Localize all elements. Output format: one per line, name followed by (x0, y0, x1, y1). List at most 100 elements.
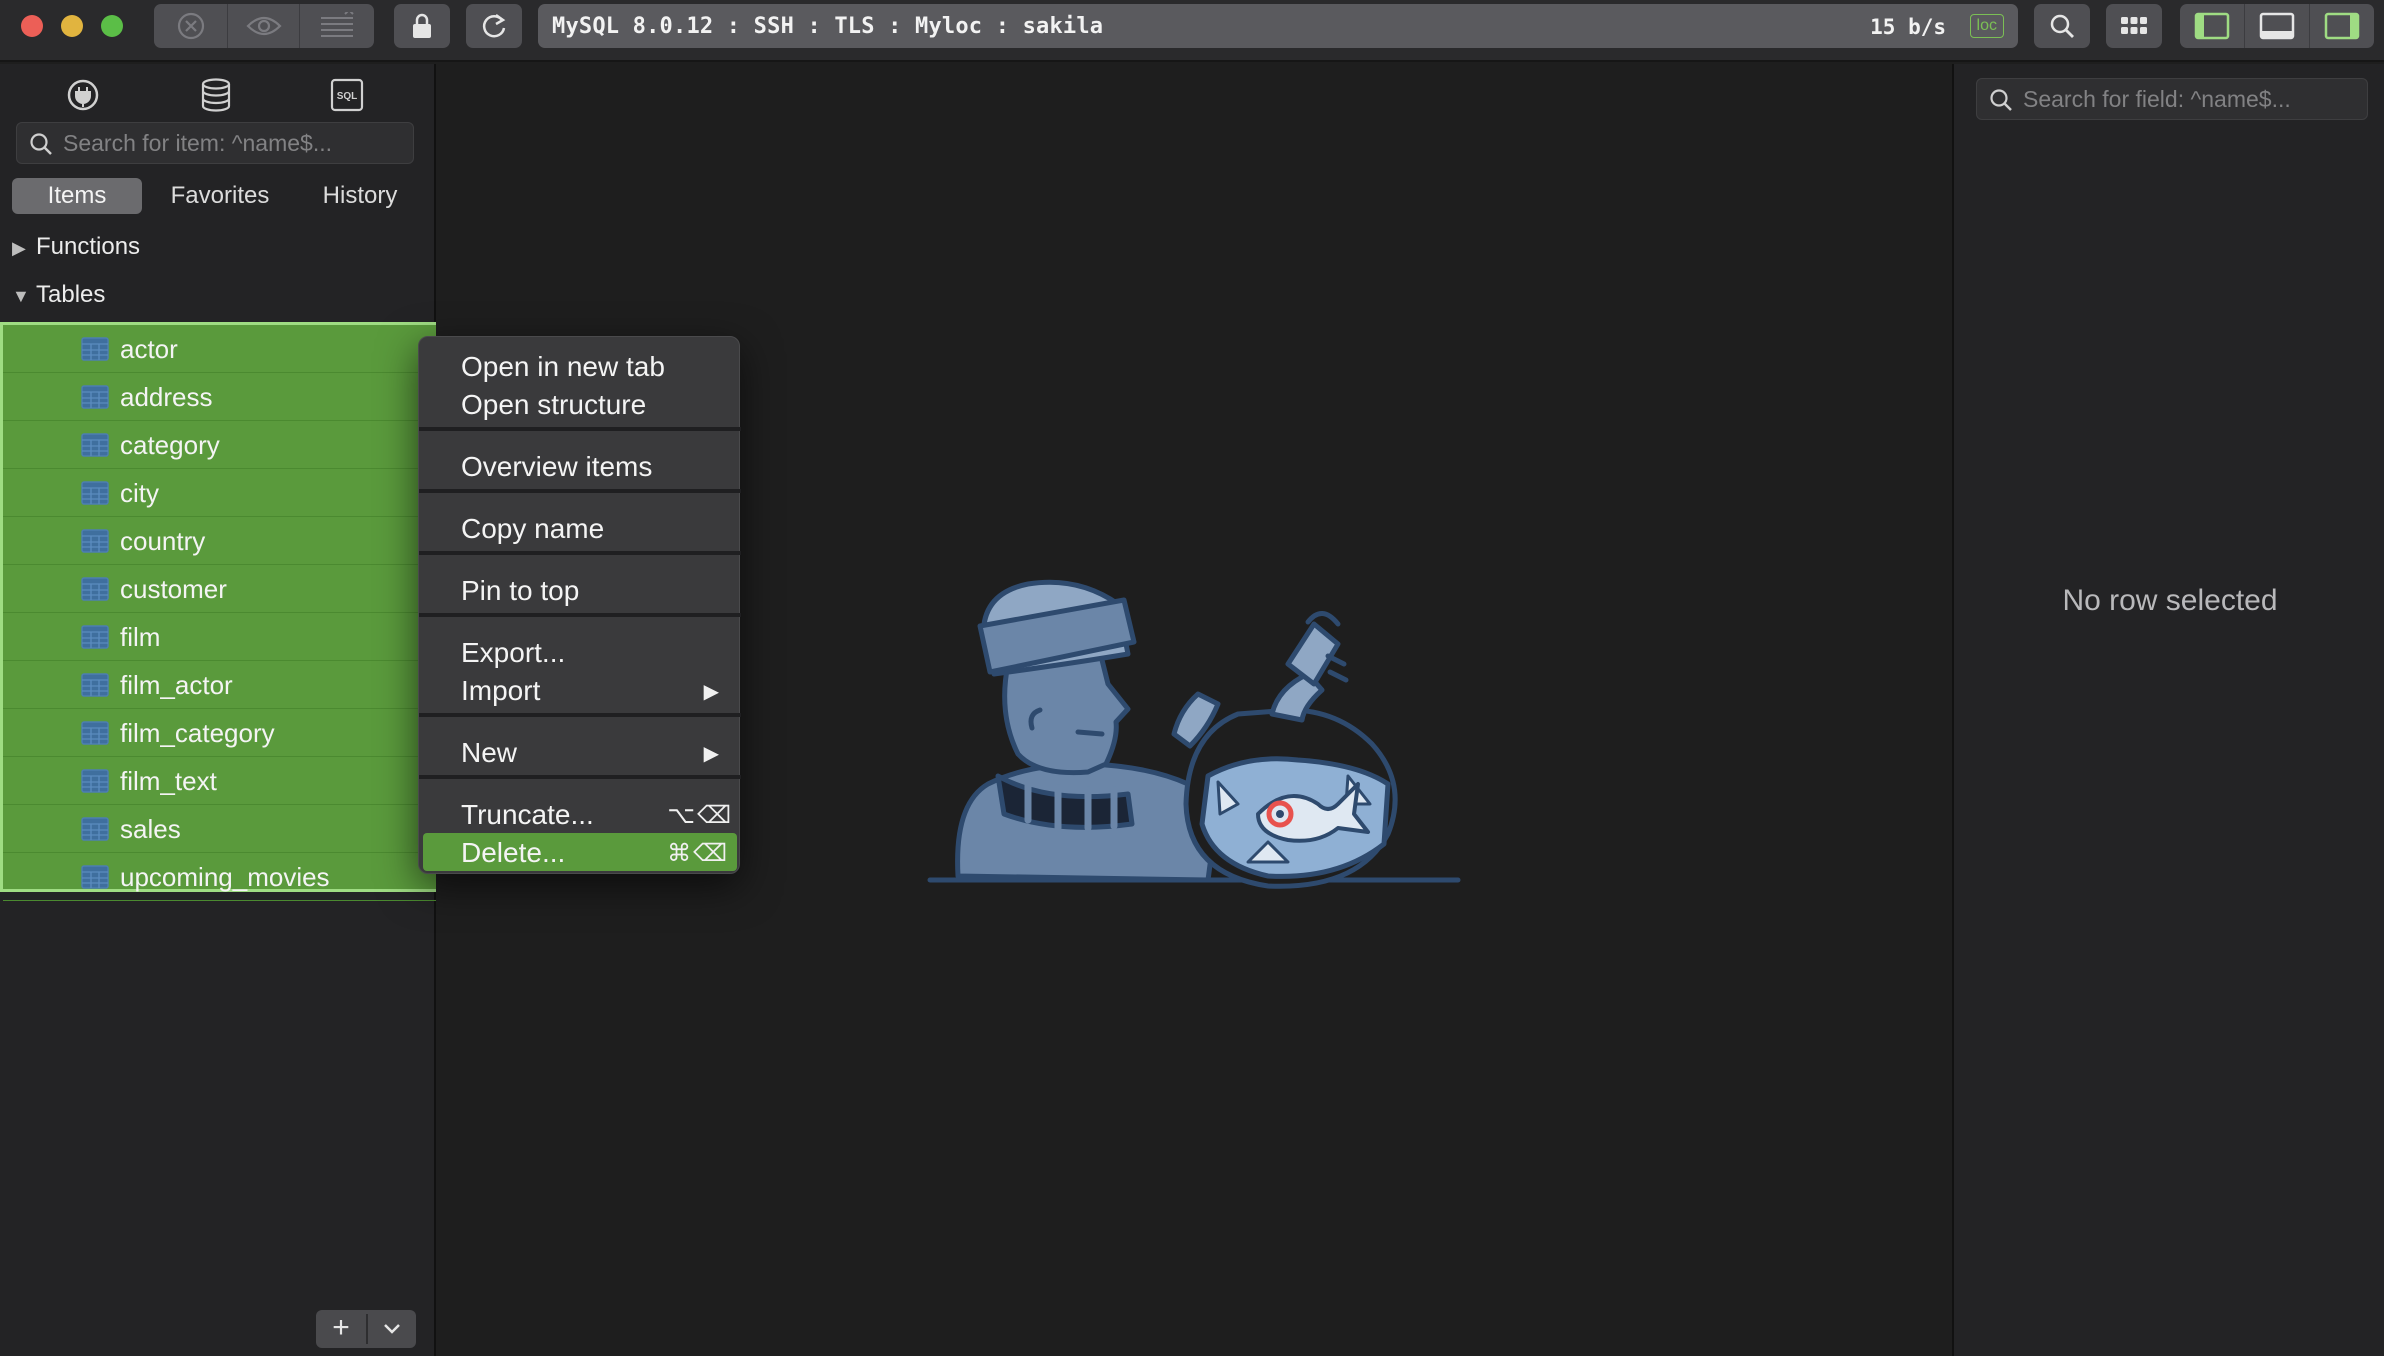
connection-title: MySQL 8.0.12 : SSH : TLS : Myloc : sakil… (552, 14, 1104, 39)
toggle-bottom-panel-icon[interactable] (2244, 4, 2310, 48)
refresh-icon[interactable] (466, 4, 522, 48)
table-name: film (120, 622, 161, 652)
disclosure-triangle-expanded-icon[interactable]: ▼ (12, 281, 36, 311)
table-name: actor (120, 334, 178, 364)
table-list: actor address category city country customer f… (0, 322, 436, 901)
menu-item-import[interactable]: Import ▶ (419, 671, 741, 709)
toggle-left-panel-icon[interactable] (2180, 4, 2244, 48)
menu-item-open-in-new-tab[interactable]: Open in new tab (419, 347, 741, 385)
menu-separator (419, 551, 741, 555)
sidebar-tabs: Items Favorites History (12, 178, 422, 214)
table-name: sales (120, 814, 181, 844)
menu-item-new[interactable]: New ▶ (419, 733, 741, 771)
toolbar: MySQL 8.0.12 : SSH : TLS : Myloc : sakil… (0, 0, 2384, 62)
toolbar-group-left (154, 4, 374, 48)
lock-icon[interactable] (394, 4, 450, 48)
table-row[interactable]: film_text (3, 757, 436, 805)
table-icon (81, 529, 109, 553)
menu-item-overview-items[interactable]: Overview items (419, 447, 741, 485)
minimize-window-button[interactable] (61, 15, 83, 37)
table-row[interactable]: category (3, 421, 436, 469)
menu-separator (419, 775, 741, 779)
add-item-button[interactable]: + (316, 1310, 366, 1348)
close-connection-icon[interactable] (154, 4, 227, 48)
item-search-field[interactable] (16, 122, 414, 164)
table-name: customer (120, 574, 227, 604)
table-icon (81, 337, 109, 361)
menu-item-label: Open in new tab (461, 351, 665, 382)
zoom-window-button[interactable] (101, 15, 123, 37)
close-window-button[interactable] (21, 15, 43, 37)
menu-item-label: Truncate... (461, 799, 594, 830)
table-row[interactable]: film_category (3, 709, 436, 757)
tab-history[interactable]: History (298, 178, 422, 214)
menu-item-label: Copy name (461, 513, 605, 544)
tree-group-label: Functions (36, 233, 141, 260)
panel-toggles (2180, 4, 2374, 48)
table-icon (81, 481, 109, 505)
menu-item-pin-to-top[interactable]: Pin to top (419, 571, 741, 609)
tab-favorites[interactable]: Favorites (150, 178, 290, 214)
table-icon (81, 817, 109, 841)
table-row[interactable]: film_actor (3, 661, 436, 709)
menu-item-label: New (461, 737, 518, 768)
menu-item-label: Overview items (461, 451, 653, 482)
table-row[interactable]: country (3, 517, 436, 565)
table-icon (81, 865, 109, 889)
environment-badge: loc (1969, 14, 2004, 38)
table-row[interactable]: sales (3, 805, 436, 853)
table-name: upcoming_movies (120, 862, 330, 892)
tree-group-tables[interactable]: ▼ Tables (12, 280, 105, 310)
tree-group-functions[interactable]: ▶ Functions (12, 232, 140, 262)
table-name: country (120, 526, 206, 556)
table-name: film_category (120, 718, 275, 748)
table-row[interactable]: customer (3, 565, 436, 613)
table-name: address (120, 382, 213, 412)
sidebar: SQL Items Favorites History ▶Functions ▼… (0, 64, 436, 1356)
table-row[interactable]: address (3, 373, 436, 421)
connection-plug-icon[interactable] (66, 78, 100, 117)
grid-icon[interactable] (2106, 4, 2162, 48)
menu-item-copy-name[interactable]: Copy name (419, 509, 741, 547)
table-row[interactable]: actor (3, 325, 436, 373)
table-row[interactable]: city (3, 469, 436, 517)
preview-icon[interactable] (227, 4, 300, 48)
table-icon (81, 673, 109, 697)
menu-item-open-structure[interactable]: Open structure (419, 385, 741, 423)
table-name: film_text (120, 766, 217, 796)
tab-items[interactable]: Items (12, 178, 142, 214)
add-item-control: + (316, 1310, 416, 1348)
table-row[interactable]: film (3, 613, 436, 661)
menu-item-export[interactable]: Export... (419, 633, 741, 671)
menu-item-truncate[interactable]: Truncate... ⌥⌫ (419, 795, 741, 833)
field-search-field[interactable] (1976, 78, 2368, 120)
details-panel: No row selected (1952, 64, 2384, 1356)
item-search-input[interactable] (63, 131, 403, 155)
search-icon (30, 133, 52, 155)
menu-item-label: Open structure (461, 389, 647, 420)
table-name: city (120, 478, 159, 508)
menu-item-delete[interactable]: Delete... ⌘⌫ (423, 833, 737, 871)
sql-query-icon[interactable]: SQL (330, 78, 364, 117)
menu-separator (419, 613, 741, 617)
add-options-chevron-down-icon[interactable] (368, 1310, 416, 1348)
table-name: film_actor (120, 670, 233, 700)
table-icon (81, 769, 109, 793)
console-icon[interactable] (300, 4, 374, 48)
empty-state-illustration (927, 579, 1461, 889)
sql-icon-label: SQL (337, 91, 358, 102)
table-icon (81, 385, 109, 409)
connection-bar[interactable]: MySQL 8.0.12 : SSH : TLS : Myloc : sakil… (538, 4, 2018, 48)
transfer-rate: 15 b/s (1870, 15, 1946, 39)
search-icon (1990, 89, 2012, 111)
disclosure-triangle-collapsed-icon[interactable]: ▶ (12, 233, 36, 263)
search-icon[interactable] (2034, 4, 2090, 48)
database-icon[interactable] (200, 78, 232, 117)
menu-separator (419, 489, 741, 493)
menu-item-label: Export... (461, 637, 566, 668)
menu-separator (419, 713, 741, 717)
toggle-right-panel-icon[interactable] (2310, 4, 2374, 48)
table-icon (81, 721, 109, 745)
table-row[interactable]: upcoming_movies (3, 853, 436, 901)
field-search-input[interactable] (2023, 87, 2353, 111)
